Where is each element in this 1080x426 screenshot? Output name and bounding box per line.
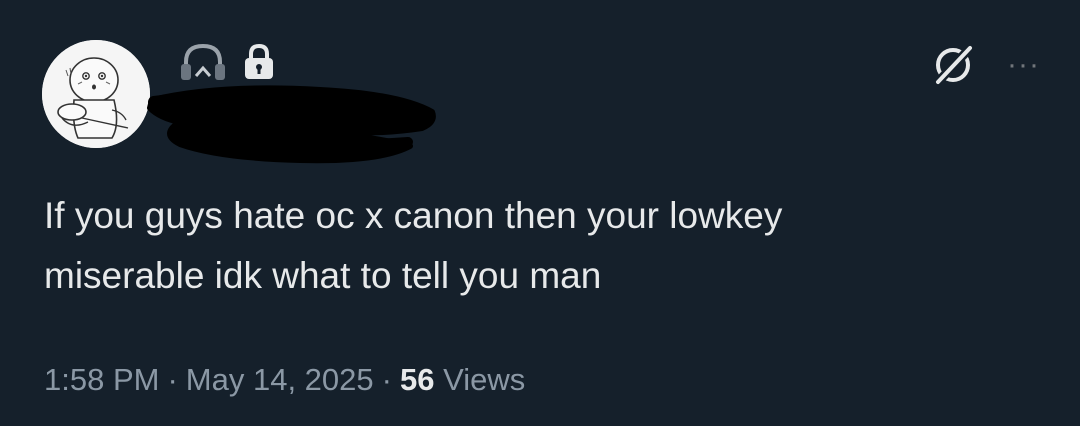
- headphones-icon: [178, 42, 228, 82]
- post-text: If you guys hate oc x canon then your lo…: [44, 186, 1044, 306]
- views-count[interactable]: 56: [400, 362, 434, 397]
- username-badges: [178, 42, 276, 82]
- separator: ·: [381, 362, 392, 397]
- post-date[interactable]: May 14, 2025: [186, 362, 374, 397]
- post-actions-top: ···: [929, 40, 1040, 90]
- post-text-line-1: If you guys hate oc x canon then your lo…: [44, 195, 783, 236]
- post-metadata: 1:58 PM · May 14, 2025 · 56 Views: [44, 356, 525, 404]
- avatar-drawing: [42, 40, 150, 148]
- post-time[interactable]: 1:58 PM: [44, 362, 159, 397]
- separator: ·: [167, 362, 178, 397]
- views-label: Views: [443, 362, 526, 397]
- lock-icon: [242, 43, 276, 81]
- avatar[interactable]: [42, 40, 150, 148]
- post-card: ··· If you guys hate oc x canon then you…: [0, 0, 1080, 426]
- author-name-redacted[interactable]: [178, 90, 428, 150]
- more-icon[interactable]: ···: [1007, 50, 1040, 80]
- post-text-line-2: miserable idk what to tell you man: [44, 255, 602, 296]
- grok-icon[interactable]: [929, 41, 977, 89]
